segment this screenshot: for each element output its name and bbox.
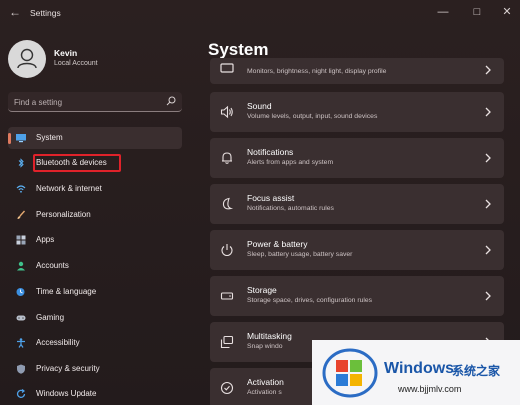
close-button[interactable]: ✕ (500, 5, 514, 19)
card-subtitle: Storage space, drives, configuration rul… (247, 297, 373, 304)
sidebar-item-privacy[interactable]: Privacy & security (8, 358, 182, 380)
check-circle-icon (220, 381, 234, 395)
chevron-right-icon (485, 65, 491, 75)
sidebar-item-label: System (36, 133, 63, 142)
sidebar-item-accessibility[interactable]: Accessibility (8, 332, 182, 354)
watermark: Windows 系统之家 www.bjjmlv.com (312, 340, 520, 405)
multitask-icon (220, 335, 234, 349)
power-icon (221, 244, 233, 257)
windows-logo-icon (322, 348, 378, 398)
card-title: Sound (247, 101, 272, 111)
speaker-icon (220, 105, 233, 119)
sidebar-item-label: Apps (36, 235, 55, 244)
card-subtitle: Activation s (247, 389, 282, 396)
back-arrow-icon[interactable]: ← (9, 6, 21, 18)
search-box[interactable] (8, 92, 182, 112)
update-icon (16, 389, 26, 398)
sidebar-item-label: Accounts (36, 261, 69, 270)
chevron-right-icon (485, 291, 491, 301)
sidebar-item-label: Accessibility (36, 338, 80, 347)
card-title: Multitasking (247, 331, 292, 341)
chevron-right-icon (485, 107, 491, 117)
chevron-right-icon (485, 245, 491, 255)
minimize-button[interactable]: — (436, 5, 450, 19)
person-icon (17, 261, 25, 271)
sidebar-item-label: Gaming (36, 313, 65, 322)
highlight-box (33, 154, 121, 172)
search-input[interactable] (14, 94, 154, 110)
card-subtitle: Sleep, battery usage, battery saver (247, 251, 353, 258)
window-title: Settings (30, 8, 61, 18)
sidebar-item-accounts[interactable]: Accounts (8, 255, 182, 277)
maximize-button[interactable]: □ (470, 5, 484, 19)
card-title: Notifications (247, 147, 294, 157)
card-power-battery[interactable]: Power & battery Sleep, battery usage, ba… (210, 230, 504, 270)
card-sound[interactable]: Sound Volume levels, output, input, soun… (210, 92, 504, 132)
sidebar-item-apps[interactable]: Apps (8, 229, 182, 251)
user-icon (17, 48, 37, 69)
shield-icon (17, 364, 25, 374)
sidebar-item-personalization[interactable]: Personalization (8, 204, 182, 226)
avatar[interactable] (8, 40, 46, 78)
search-icon[interactable] (166, 96, 176, 106)
sidebar-item-network[interactable]: Network & internet (8, 178, 182, 200)
sidebar-item-label: Time & language (36, 287, 97, 296)
watermark-title-cn: 系统之家 (452, 364, 501, 378)
sidebar-item-time-language[interactable]: Time & language (8, 281, 182, 303)
card-subtitle: Monitors, brightness, night light, displ… (247, 68, 387, 75)
watermark-title: Windows (384, 360, 455, 377)
display-icon (220, 63, 234, 73)
title-bar: ← Settings — □ ✕ (0, 0, 520, 26)
card-subtitle: Volume levels, output, input, sound devi… (247, 113, 378, 120)
card-title: Power & battery (247, 239, 308, 249)
sidebar-item-label: Privacy & security (36, 364, 100, 373)
bluetooth-icon (18, 158, 24, 168)
wifi-icon (16, 185, 26, 193)
card-subtitle: Notifications, automatic rules (247, 205, 334, 212)
card-storage[interactable]: Storage Storage space, drives, configura… (210, 276, 504, 316)
account-type: Local Account (54, 60, 98, 67)
moon-icon (222, 197, 234, 210)
chevron-right-icon (485, 199, 491, 209)
sidebar-item-label: Network & internet (36, 184, 102, 193)
card-subtitle: Snap windo (247, 343, 283, 350)
card-display[interactable]: Monitors, brightness, night light, displ… (210, 58, 504, 84)
card-notifications[interactable]: Notifications Alerts from apps and syste… (210, 138, 504, 178)
sidebar-item-label: Windows Update (36, 389, 97, 398)
globe-clock-icon (16, 288, 25, 296)
card-title: Activation (247, 377, 284, 387)
card-title: Focus assist (247, 193, 295, 203)
sidebar-item-system[interactable]: System (8, 127, 182, 149)
storage-icon (220, 292, 234, 300)
chevron-right-icon (485, 153, 491, 163)
watermark-url: www.bjjmlv.com (398, 384, 462, 394)
card-focus-assist[interactable]: Focus assist Notifications, automatic ru… (210, 184, 504, 224)
sidebar-item-windows-update[interactable]: Windows Update (8, 383, 182, 405)
active-indicator (8, 133, 11, 144)
card-title: Storage (247, 285, 277, 295)
gamepad-icon (16, 315, 26, 321)
apps-icon (16, 235, 26, 245)
bell-icon (222, 152, 232, 164)
page-title: System (208, 40, 269, 59)
card-subtitle: Alerts from apps and system (247, 159, 334, 166)
sidebar-item-gaming[interactable]: Gaming (8, 307, 182, 329)
monitor-icon (16, 134, 26, 143)
settings-window: ← Settings — □ ✕ Kevin Local Account Sys… (0, 0, 520, 405)
sidebar-item-label: Personalization (36, 210, 91, 219)
accessibility-icon (17, 338, 25, 348)
user-name: Kevin (54, 48, 78, 58)
brush-icon (17, 210, 26, 219)
